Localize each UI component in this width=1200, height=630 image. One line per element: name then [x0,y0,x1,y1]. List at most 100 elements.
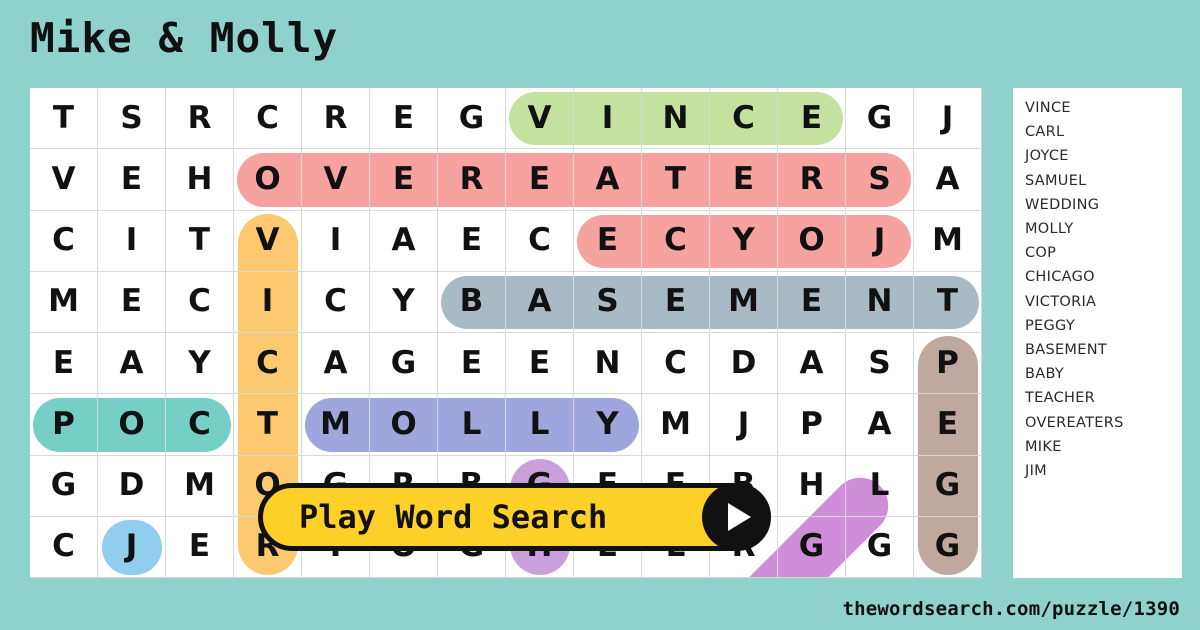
grid-cell-r8c1[interactable]: C [30,516,98,578]
grid-cell-r2c11[interactable]: E [710,149,778,211]
grid-cell-r3c5[interactable]: I [302,210,370,272]
grid-cell-r6c9[interactable]: Y [574,394,642,456]
grid-cell-r7c12[interactable]: H [778,455,846,517]
grid-cell-r2c14[interactable]: A [914,149,982,211]
grid-cell-r3c14[interactable]: M [914,210,982,272]
grid-cell-r3c7[interactable]: E [438,210,506,272]
grid-cell-r8c13[interactable]: G [846,516,914,578]
grid-cell-r3c3[interactable]: T [166,210,234,272]
grid-letter: R [799,160,824,197]
grid-cell-r1c9[interactable]: I [574,88,642,150]
grid-cell-r3c4[interactable]: V [234,210,302,272]
grid-cell-r7c3[interactable]: M [166,455,234,517]
grid-cell-r4c8[interactable]: A [506,271,574,333]
grid-cell-r8c12[interactable]: G [778,516,846,578]
grid-cell-r5c13[interactable]: S [846,333,914,395]
grid-cell-r6c8[interactable]: L [506,394,574,456]
grid-cell-r3c11[interactable]: Y [710,210,778,272]
grid-cell-r1c4[interactable]: C [234,88,302,150]
grid-cell-r5c4[interactable]: C [234,333,302,395]
grid-cell-r4c1[interactable]: M [30,271,98,333]
grid-cell-r3c1[interactable]: C [30,210,98,272]
grid-cell-r2c9[interactable]: A [574,149,642,211]
grid-cell-r6c1[interactable]: P [30,394,98,456]
grid-cell-r3c10[interactable]: C [642,210,710,272]
play-word-search-button[interactable]: Play Word Search [258,483,771,551]
grid-cell-r2c1[interactable]: V [30,149,98,211]
grid-cell-r6c3[interactable]: C [166,394,234,456]
grid-cell-r1c5[interactable]: R [302,88,370,150]
grid-cell-r5c5[interactable]: A [302,333,370,395]
grid-cell-r5c7[interactable]: E [438,333,506,395]
grid-cell-r2c10[interactable]: T [642,149,710,211]
grid-cell-r4c7[interactable]: B [438,271,506,333]
grid-cell-r6c13[interactable]: A [846,394,914,456]
grid-cell-r8c3[interactable]: E [166,516,234,578]
grid-cell-r8c2[interactable]: J [98,516,166,578]
grid-cell-r3c12[interactable]: O [778,210,846,272]
grid-cell-r5c8[interactable]: E [506,333,574,395]
grid-cell-r4c12[interactable]: E [778,271,846,333]
grid-cell-r7c14[interactable]: G [914,455,982,517]
grid-cell-r1c13[interactable]: G [846,88,914,150]
grid-cell-r6c7[interactable]: L [438,394,506,456]
grid-cell-r7c2[interactable]: D [98,455,166,517]
grid-cell-r2c2[interactable]: E [98,149,166,211]
grid-cell-r1c7[interactable]: G [438,88,506,150]
grid-cell-r6c6[interactable]: O [370,394,438,456]
grid-cell-r5c9[interactable]: N [574,333,642,395]
grid-cell-r4c10[interactable]: E [642,271,710,333]
grid-cell-r5c14[interactable]: P [914,333,982,395]
grid-cell-r1c1[interactable]: T [30,88,98,150]
grid-cell-r5c11[interactable]: D [710,333,778,395]
grid-cell-r2c12[interactable]: R [778,149,846,211]
grid-cell-r6c4[interactable]: T [234,394,302,456]
grid-cell-r7c13[interactable]: L [846,455,914,517]
grid-cell-r3c2[interactable]: I [98,210,166,272]
grid-cell-r2c8[interactable]: E [506,149,574,211]
grid-cell-r5c12[interactable]: A [778,333,846,395]
grid-cell-r6c10[interactable]: M [642,394,710,456]
grid-cell-r4c4[interactable]: I [234,271,302,333]
grid-cell-r1c8[interactable]: V [506,88,574,150]
grid-cell-r4c6[interactable]: Y [370,271,438,333]
grid-cell-r4c11[interactable]: M [710,271,778,333]
grid-cell-r5c2[interactable]: A [98,333,166,395]
grid-cell-r6c5[interactable]: M [302,394,370,456]
grid-cell-r3c9[interactable]: E [574,210,642,272]
grid-cell-r6c12[interactable]: P [778,394,846,456]
grid-cell-r4c5[interactable]: C [302,271,370,333]
grid-letter: E [800,99,823,136]
grid-cell-r5c10[interactable]: C [642,333,710,395]
grid-cell-r3c6[interactable]: A [370,210,438,272]
play-triangle-icon[interactable] [702,483,770,551]
grid-cell-r2c4[interactable]: O [234,149,302,211]
grid-cell-r2c5[interactable]: V [302,149,370,211]
grid-cell-r1c12[interactable]: E [778,88,846,150]
grid-cell-r6c2[interactable]: O [98,394,166,456]
grid-cell-r4c13[interactable]: N [846,271,914,333]
grid-cell-r1c6[interactable]: E [370,88,438,150]
grid-cell-r6c14[interactable]: E [914,394,982,456]
grid-cell-r4c2[interactable]: E [98,271,166,333]
grid-cell-r5c3[interactable]: Y [166,333,234,395]
grid-cell-r4c14[interactable]: T [914,271,982,333]
grid-cell-r1c14[interactable]: J [914,88,982,150]
grid-cell-r1c10[interactable]: N [642,88,710,150]
grid-cell-r2c3[interactable]: H [166,149,234,211]
grid-cell-r5c1[interactable]: E [30,333,98,395]
grid-cell-r1c3[interactable]: R [166,88,234,150]
grid-cell-r1c11[interactable]: C [710,88,778,150]
grid-cell-r6c11[interactable]: J [710,394,778,456]
grid-cell-r4c9[interactable]: S [574,271,642,333]
grid-cell-r2c7[interactable]: R [438,149,506,211]
grid-cell-r7c1[interactable]: G [30,455,98,517]
grid-cell-r8c14[interactable]: G [914,516,982,578]
grid-cell-r2c6[interactable]: E [370,149,438,211]
grid-cell-r5c6[interactable]: G [370,333,438,395]
grid-cell-r3c8[interactable]: C [506,210,574,272]
grid-cell-r1c2[interactable]: S [98,88,166,150]
grid-cell-r2c13[interactable]: S [846,149,914,211]
grid-cell-r4c3[interactable]: C [166,271,234,333]
grid-cell-r3c13[interactable]: J [846,210,914,272]
